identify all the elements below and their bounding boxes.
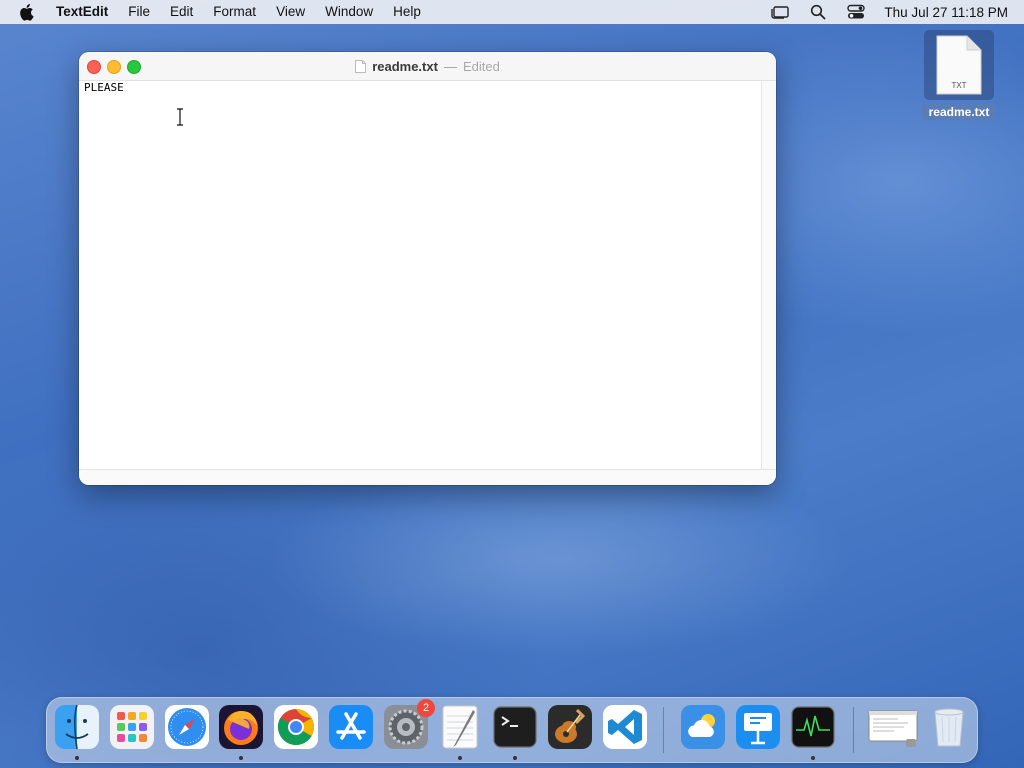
menu-format[interactable]: Format	[203, 0, 266, 24]
firefox-running-indicator	[239, 756, 243, 760]
textedit-icon[interactable]	[437, 704, 483, 750]
launchpad-icon[interactable]	[109, 704, 155, 750]
dock-separator	[853, 707, 854, 753]
keynote-icon[interactable]	[735, 704, 781, 750]
menu-edit[interactable]: Edit	[160, 0, 203, 24]
notification-badge: 2	[417, 699, 435, 717]
weather-icon[interactable]	[680, 704, 726, 750]
horizontal-scrollbar[interactable]	[79, 469, 776, 485]
text-cursor-icon	[177, 108, 183, 126]
window-title-separator: —	[443, 58, 457, 74]
text-editor-area[interactable]: PLEASE	[79, 81, 761, 470]
menu-help[interactable]: Help	[383, 0, 431, 24]
chrome-icon[interactable]	[273, 704, 319, 750]
vscode-icon[interactable]	[602, 704, 648, 750]
desktop-file-icon-box[interactable]: TXT	[924, 30, 994, 100]
finder-icon[interactable]	[54, 704, 100, 750]
desktop-file-label[interactable]: readme.txt	[922, 104, 996, 120]
menu-window[interactable]: Window	[315, 0, 383, 24]
menu-bar: TextEdit File Edit Format View Window He…	[0, 0, 1024, 24]
terminal-icon[interactable]	[492, 704, 538, 750]
trash-icon[interactable]	[926, 704, 972, 750]
window-title: readme.txt — Edited	[79, 52, 776, 80]
apple-menu-icon[interactable]	[18, 3, 36, 21]
search-icon[interactable]	[808, 4, 828, 20]
safari-icon[interactable]	[164, 704, 210, 750]
menu-app-name[interactable]: TextEdit	[52, 0, 118, 24]
menubar-clock[interactable]: Thu Jul 27 11:18 PM	[884, 5, 1008, 20]
terminal-running-indicator	[513, 756, 517, 760]
desktop-file[interactable]: TXT readme.txt	[922, 30, 996, 122]
document-text[interactable]: PLEASE	[84, 81, 124, 95]
txt-file-icon: TXT	[936, 35, 982, 95]
file-type-tag: TXT	[951, 81, 966, 90]
minimized-window-icon[interactable]	[868, 704, 918, 750]
textedit-running-indicator	[458, 756, 462, 760]
activity-monitor-icon[interactable]	[790, 704, 836, 750]
vertical-scrollbar[interactable]	[761, 81, 776, 470]
stage-manager-icon[interactable]	[770, 4, 790, 20]
window-title-filename: readme.txt	[372, 58, 438, 74]
garageband-icon[interactable]	[547, 704, 593, 750]
document-icon	[355, 59, 367, 73]
menu-view[interactable]: View	[266, 0, 315, 24]
control-center-icon[interactable]	[846, 4, 866, 20]
dock: 2	[46, 697, 978, 763]
dock-separator	[663, 707, 664, 753]
activity-monitor-running-indicator	[811, 756, 815, 760]
system-settings-icon[interactable]: 2	[383, 699, 435, 750]
window-title-status: Edited	[462, 58, 500, 74]
menu-file[interactable]: File	[118, 0, 160, 24]
finder-running-indicator	[75, 756, 79, 760]
window-titlebar[interactable]: readme.txt — Edited	[79, 52, 776, 81]
app-store-icon[interactable]	[328, 704, 374, 750]
firefox-icon[interactable]	[218, 704, 264, 750]
